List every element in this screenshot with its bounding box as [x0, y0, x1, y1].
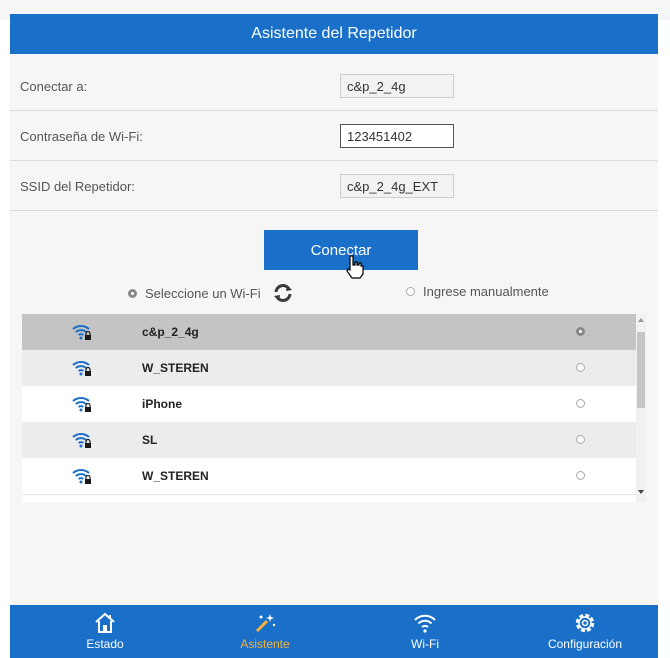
scroll-down-icon[interactable]	[638, 490, 644, 494]
refresh-icon[interactable]	[273, 284, 293, 302]
scrollbar-thumb[interactable]	[637, 332, 645, 408]
list-item[interactable]: W_STEREN	[22, 350, 636, 387]
page-title: Asistente del Repetidor	[10, 14, 658, 54]
network-ssid: iPhone	[142, 397, 183, 411]
home-icon	[95, 612, 115, 633]
manual-radio[interactable]	[406, 287, 415, 296]
wifi-password-field[interactable]: 123451402	[340, 124, 454, 148]
wand-icon	[255, 614, 276, 633]
tab-asistente-label: Asistente	[240, 637, 290, 651]
wifi-network-list: c&p_2_4g W_STEREN iPhone SL W_STEREN	[22, 314, 646, 502]
tab-configuracion[interactable]: Configuración	[525, 605, 645, 658]
tab-wifi-label: Wi-Fi	[411, 637, 439, 651]
wifi-locked-icon	[72, 433, 91, 448]
manual-label: Ingrese manualmente	[423, 284, 549, 299]
repeater-wizard-panel: Asistente del Repetidor Conectar a: c&p_…	[10, 14, 658, 658]
network-ssid: W_STEREN	[142, 361, 209, 375]
tab-wifi[interactable]: Wi-Fi	[370, 605, 480, 658]
wifi-locked-icon	[72, 361, 91, 376]
bottom-tab-bar: Estado Asistente Wi-Fi Configuración	[10, 605, 658, 658]
wifi-locked-icon	[72, 325, 91, 340]
hand-cursor-icon	[346, 255, 364, 279]
repeater-ssid-row: SSID del Repetidor: c&p_2_4g_EXT	[10, 166, 658, 211]
list-item[interactable]: SL	[22, 422, 636, 459]
tab-asistente[interactable]: Asistente	[210, 605, 320, 658]
scroll-up-icon[interactable]	[638, 318, 644, 322]
manual-option[interactable]: Ingrese manualmente	[406, 284, 549, 299]
wifi-password-row: Contraseña de Wi-Fi: 123451402	[10, 116, 658, 161]
network-ssid: c&p_2_4g	[142, 325, 199, 339]
tab-estado-label: Estado	[86, 637, 124, 651]
repeater-ssid-label: SSID del Repetidor:	[20, 179, 135, 194]
list-item[interactable]: iPhone	[22, 386, 636, 423]
wifi-password-label: Contraseña de Wi-Fi:	[20, 129, 143, 144]
select-wifi-label: Seleccione un Wi-Fi	[145, 285, 261, 301]
network-radio[interactable]	[576, 435, 585, 444]
wifi-locked-icon	[72, 469, 91, 484]
tab-configuracion-label: Configuración	[547, 637, 623, 651]
wifi-icon	[414, 614, 436, 633]
list-item[interactable]: c&p_2_4g	[22, 314, 636, 351]
connect-button[interactable]: Conectar	[264, 230, 418, 270]
network-radio[interactable]	[576, 363, 585, 372]
list-item[interactable]: W_STEREN	[22, 458, 636, 495]
connect-to-field[interactable]: c&p_2_4g	[340, 74, 454, 98]
wifi-locked-icon	[72, 397, 91, 412]
select-wifi-option[interactable]: Seleccione un Wi-Fi	[128, 284, 293, 302]
repeater-ssid-field[interactable]: c&p_2_4g_EXT	[340, 174, 454, 198]
network-ssid: SL	[142, 433, 158, 447]
list-scrollbar[interactable]	[636, 314, 646, 502]
gear-icon	[575, 613, 595, 633]
connect-to-label: Conectar a:	[20, 79, 88, 94]
network-ssid: W_STEREN	[142, 469, 209, 483]
network-radio[interactable]	[576, 399, 585, 408]
network-radio[interactable]	[576, 471, 585, 480]
select-wifi-radio[interactable]	[128, 288, 137, 298]
tab-estado[interactable]: Estado	[50, 605, 160, 658]
network-radio[interactable]	[576, 327, 585, 336]
connect-to-row: Conectar a: c&p_2_4g	[10, 66, 658, 111]
